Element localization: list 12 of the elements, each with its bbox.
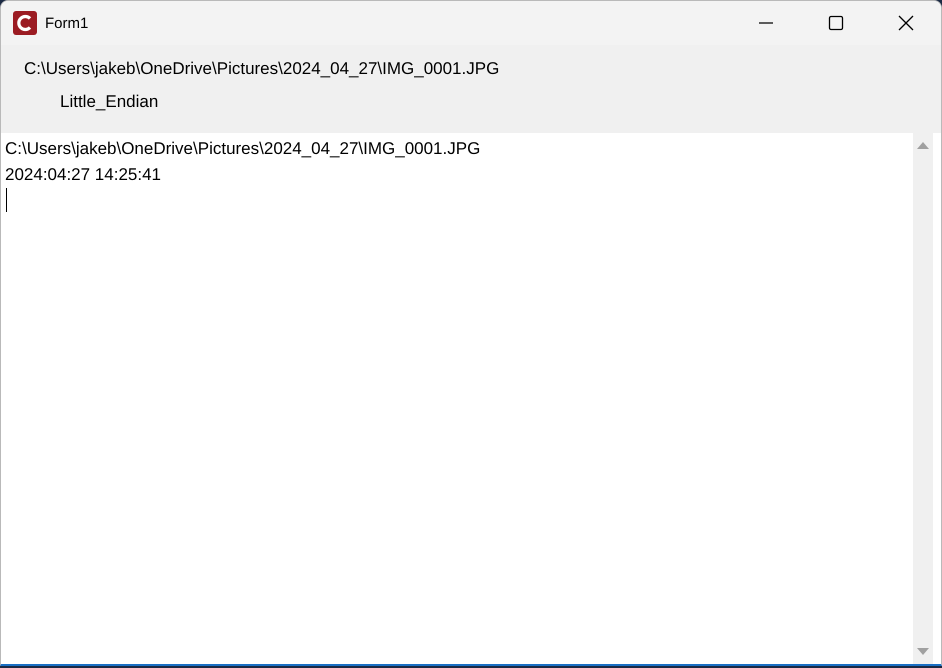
text-cursor — [6, 188, 7, 212]
text-line: 2024:04:27 14:25:41 — [5, 164, 161, 186]
scroll-up-icon[interactable] — [917, 141, 929, 149]
maximize-icon — [828, 15, 844, 31]
text-line: C:\Users\jakeb\OneDrive\Pictures\2024_04_27\IMG_0001.JPG — [5, 138, 480, 160]
window-title: Form1 — [45, 14, 90, 32]
scroll-down-icon[interactable] — [917, 648, 929, 656]
label: Little_Endian — [60, 92, 158, 112]
label: C:\Users\jakeb\OneDrive\Pictures\2024_04_27\IMG_0001.JPG — [24, 59, 500, 79]
minimize-icon — [758, 22, 774, 24]
close-icon — [898, 15, 914, 31]
app-icon — [13, 11, 37, 35]
